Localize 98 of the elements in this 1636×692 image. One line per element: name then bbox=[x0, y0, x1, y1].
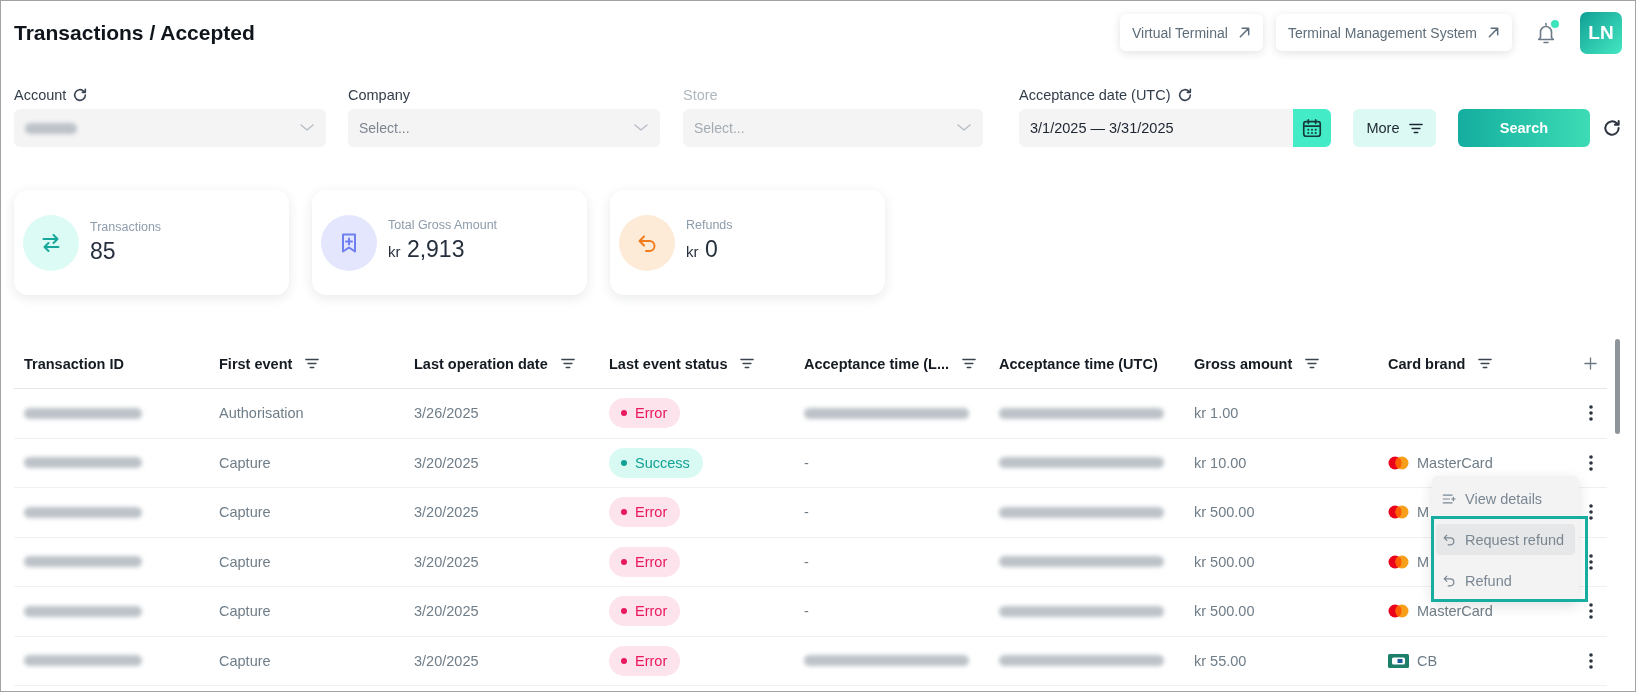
event-text: Capture bbox=[219, 454, 271, 471]
time-text: - bbox=[804, 603, 809, 620]
column-header[interactable]: First event bbox=[219, 355, 320, 372]
status-text: Success bbox=[635, 454, 690, 471]
event-text: Capture bbox=[219, 553, 271, 570]
status-dot-icon bbox=[621, 657, 627, 664]
kebab-menu-icon[interactable] bbox=[1588, 652, 1593, 669]
stat-label: Total Gross Amount bbox=[388, 217, 498, 233]
select-field[interactable]: Select... bbox=[348, 109, 660, 147]
kebab-menu-icon[interactable] bbox=[1588, 454, 1593, 471]
calendar-button[interactable] bbox=[1293, 109, 1331, 147]
event-text: Capture bbox=[219, 652, 271, 669]
external-link-button[interactable]: Terminal Management System bbox=[1275, 14, 1512, 51]
more-filters-button[interactable]: More bbox=[1353, 109, 1436, 147]
brand-text: MasterCard bbox=[1417, 454, 1493, 471]
kebab-menu-icon[interactable] bbox=[1588, 553, 1593, 570]
scrollbar-thumb[interactable] bbox=[1615, 339, 1620, 434]
field-label: Company bbox=[348, 87, 411, 103]
amount-text: kr 55.00 bbox=[1194, 652, 1247, 669]
brand-text: CB bbox=[1417, 652, 1438, 669]
date-text: 3/20/2025 bbox=[414, 504, 479, 521]
field-label: Store bbox=[683, 87, 718, 103]
overlapping-circles-icon bbox=[1388, 455, 1409, 470]
status-text: Error bbox=[635, 553, 668, 570]
filter-icon[interactable] bbox=[740, 358, 755, 369]
date-text: 3/20/2025 bbox=[414, 553, 479, 570]
overlapping-circles-icon bbox=[1388, 554, 1409, 569]
filter-icon[interactable] bbox=[560, 358, 575, 369]
time-text: - bbox=[804, 454, 809, 471]
event-text: Capture bbox=[219, 603, 271, 620]
field-label: Account bbox=[14, 87, 67, 103]
column-header[interactable]: Last event status bbox=[609, 355, 755, 372]
kebab-menu-icon[interactable] bbox=[1588, 504, 1593, 521]
event-text: Authorisation bbox=[219, 405, 304, 422]
status-dot-icon bbox=[621, 410, 627, 417]
amount-text: kr 500.00 bbox=[1194, 603, 1255, 620]
date-text: 3/26/2025 bbox=[414, 405, 479, 422]
time-text: - bbox=[804, 504, 809, 521]
filter-icon[interactable] bbox=[1478, 358, 1493, 369]
time-text: - bbox=[804, 553, 809, 570]
status-dot-icon bbox=[621, 558, 627, 565]
brand-text: M bbox=[1417, 553, 1430, 570]
external-arrow-icon bbox=[1487, 26, 1500, 39]
overlapping-circles-icon bbox=[1388, 505, 1409, 520]
field-label: Acceptance date (UTC) bbox=[1019, 87, 1171, 103]
select-field[interactable] bbox=[14, 109, 326, 147]
chevron-down-icon bbox=[956, 123, 972, 133]
external-arrow-icon bbox=[1237, 26, 1251, 39]
calendar-icon bbox=[1301, 117, 1323, 139]
filter-icon[interactable] bbox=[305, 358, 320, 369]
list-plus-icon bbox=[1442, 491, 1456, 506]
stat-label: Refunds bbox=[686, 217, 733, 233]
event-text: Capture bbox=[219, 504, 271, 521]
status-dot-icon bbox=[621, 509, 627, 516]
amount-text: kr 500.00 bbox=[1194, 553, 1255, 570]
column-header[interactable]: Gross amount bbox=[1194, 355, 1320, 372]
stat-value: kr 2,913 bbox=[388, 235, 466, 264]
kebab-menu-icon[interactable] bbox=[1588, 405, 1593, 422]
refresh-icon[interactable] bbox=[1602, 118, 1622, 138]
filter-icon[interactable] bbox=[962, 358, 977, 369]
filter-icon[interactable] bbox=[1305, 358, 1320, 369]
stat-label: Transactions bbox=[90, 218, 162, 235]
overlapping-circles-icon bbox=[1388, 604, 1409, 619]
page-title: Transactions / Accepted bbox=[14, 20, 255, 45]
date-range-field[interactable]: 3/1/2025 — 3/31/2025 bbox=[1019, 109, 1293, 147]
stat-value: kr 0 bbox=[686, 235, 719, 264]
amount-text: kr 500.00 bbox=[1194, 504, 1255, 521]
date-text: 3/20/2025 bbox=[414, 454, 479, 471]
status-dot-icon bbox=[621, 608, 627, 615]
column-header[interactable]: Last operation date bbox=[414, 355, 575, 372]
refresh-icon[interactable] bbox=[1176, 87, 1193, 103]
column-header[interactable]: Card brand bbox=[1388, 355, 1493, 372]
undo-arrow-icon bbox=[1442, 573, 1456, 588]
amount-text: kr 1.00 bbox=[1194, 405, 1239, 422]
brand-text: M bbox=[1417, 504, 1430, 521]
chevron-down-icon bbox=[299, 123, 315, 133]
chevron-down-icon bbox=[633, 123, 649, 133]
date-text: 3/20/2025 bbox=[414, 652, 479, 669]
column-header[interactable]: Transaction ID bbox=[24, 355, 124, 372]
status-text: Error bbox=[635, 652, 668, 669]
status-text: Error bbox=[635, 504, 668, 521]
status-text: Error bbox=[635, 405, 668, 422]
add-column-icon[interactable] bbox=[1584, 357, 1597, 370]
redacted-text bbox=[25, 122, 77, 134]
stat-value: 85 bbox=[90, 236, 117, 265]
kebab-menu-icon[interactable] bbox=[1588, 603, 1593, 620]
filter-icon bbox=[1408, 122, 1423, 134]
brand-text: MasterCard bbox=[1417, 603, 1493, 620]
status-dot-icon bbox=[621, 459, 627, 466]
amount-text: kr 10.00 bbox=[1194, 454, 1247, 471]
refresh-icon[interactable] bbox=[72, 87, 89, 103]
date-text: 3/20/2025 bbox=[414, 603, 479, 620]
column-header[interactable]: Acceptance time (UTC) bbox=[999, 355, 1158, 372]
bank-card-icon bbox=[1388, 653, 1409, 668]
status-text: Error bbox=[635, 603, 668, 620]
external-link-button[interactable]: Virtual Terminal bbox=[1119, 14, 1263, 51]
column-header[interactable]: Acceptance time (L... bbox=[804, 355, 977, 372]
undo-arrow-icon bbox=[1442, 532, 1456, 547]
